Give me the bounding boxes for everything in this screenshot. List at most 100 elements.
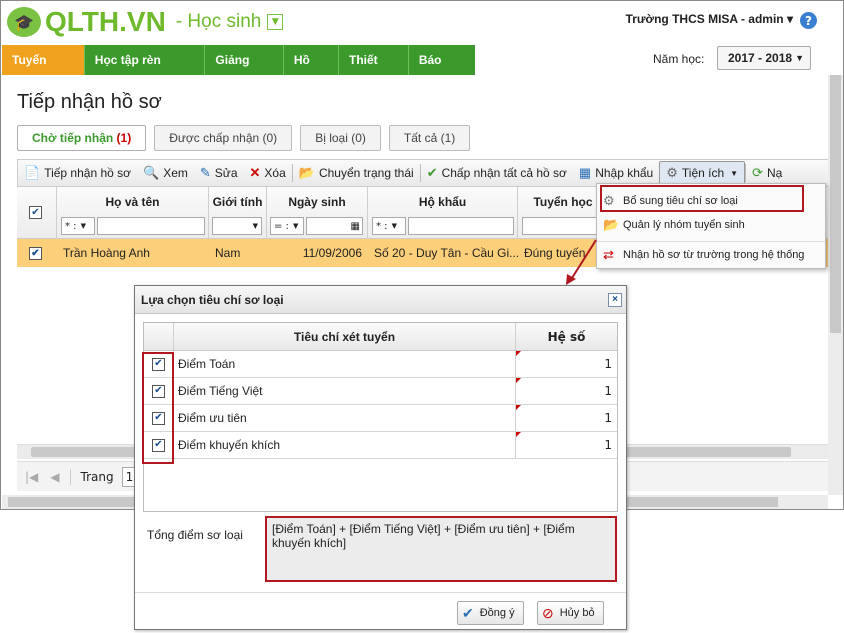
criteria-name: Điểm khuyến khích: [174, 432, 516, 458]
year-select[interactable]: 2017 - 2018 ▼: [717, 46, 811, 70]
import-label: Nhập khẩu: [595, 166, 654, 180]
change-status-button[interactable]: 📂 Chuyển trạng thái: [293, 161, 420, 185]
nav-tuyen-sinh[interactable]: Tuyển sinh: [2, 45, 85, 97]
header-birth: Ngày sinh: [288, 195, 346, 209]
tab-cho-tiep-nhan[interactable]: Chờ tiếp nhận (1): [17, 125, 147, 151]
ok-label: Đồng ý: [479, 607, 515, 619]
address-filter-op[interactable]: * : ▼: [372, 217, 406, 235]
criteria-table-header: Tiêu chí xét tuyển Hệ số: [144, 323, 617, 351]
utilities-button[interactable]: ⚙ Tiện ích ▼: [659, 161, 746, 185]
tab-label: Tất cả: [403, 131, 438, 145]
cancel-label: Hủy bỏ: [559, 607, 595, 619]
close-icon[interactable]: ×: [608, 293, 622, 307]
accept-all-button[interactable]: ✔ Chấp nhận tất cả hồ sơ: [421, 161, 573, 185]
edit-button[interactable]: ✎ Sửa: [194, 161, 244, 185]
criteria-coef[interactable]: 1: [516, 378, 617, 404]
gender-filter-select[interactable]: ▼: [212, 217, 262, 235]
delete-label: Xóa: [264, 166, 286, 180]
cancel-button[interactable]: ⊘ Hủy bỏ: [537, 601, 604, 625]
tab-bi-loai[interactable]: Bị loại (0): [300, 125, 381, 151]
top-bar: 🎓 QLTH.VN - Học sinh ▼ Trường THCS MISA …: [1, 1, 843, 43]
header-admission: Tuyển học: [533, 195, 593, 209]
nav-thiet-lap[interactable]: Thiết lập: [339, 45, 409, 97]
row-checkbox[interactable]: ✔: [29, 247, 42, 261]
prev-page-icon[interactable]: ◀: [50, 470, 59, 484]
edited-marker: [516, 351, 521, 356]
receive-button[interactable]: 📄 Tiếp nhận hồ sơ: [18, 161, 137, 185]
criteria-coef[interactable]: 1: [516, 405, 617, 431]
more-button[interactable]: ⟳ Nạ: [746, 161, 788, 185]
tab-tat-ca[interactable]: Tất cả (1): [388, 125, 471, 151]
menu-item-receive-from-school[interactable]: ⇄ Nhận hồ sơ từ trường trong hệ thống: [597, 241, 825, 267]
view-button[interactable]: 🔍 Xem: [137, 161, 194, 185]
header-name-col: Họ và tên * : ▼: [57, 187, 209, 239]
import-button[interactable]: ▦ Nhập khẩu: [573, 161, 659, 185]
header-criteria: Tiêu chí xét tuyển: [174, 323, 516, 350]
tab-duoc-chap-nhan[interactable]: Được chấp nhận (0): [154, 125, 293, 151]
tab-label: Bị loại: [315, 131, 348, 145]
cell-birth: 11/09/2006: [302, 246, 362, 260]
scrollbar-thumb[interactable]: [830, 75, 841, 333]
criteria-coef[interactable]: 1: [516, 432, 617, 458]
nav-giang-day[interactable]: Giảng dạy: [205, 45, 284, 97]
chevron-down-icon: ▼: [795, 53, 804, 63]
tab-label: Chờ tiếp nhận: [32, 131, 114, 145]
header-select-col: ✔: [17, 187, 57, 239]
calendar-icon[interactable]: ▦: [351, 221, 360, 232]
dropdown-arrow-icon: ▼: [391, 222, 397, 230]
header-birth-col: Ngày sinh = : ▼ ▦: [267, 187, 368, 239]
birth-filter-op[interactable]: = : ▼: [270, 217, 304, 235]
menu-item-manage-groups[interactable]: 📂 Quản lý nhóm tuyển sinh: [597, 212, 825, 238]
coef-value: 1: [604, 384, 612, 398]
dialog-title: Lựa chọn tiêu chí sơ loại ×: [135, 286, 626, 314]
criteria-name: Điểm Tiếng Việt: [174, 378, 516, 404]
first-page-icon[interactable]: |◀: [25, 470, 38, 484]
delete-button[interactable]: ✕ Xóa: [244, 161, 292, 185]
admission-filter-input[interactable]: [522, 217, 602, 235]
select-all-checkbox[interactable]: ✔: [29, 206, 42, 219]
header-name: Họ và tên: [105, 195, 160, 209]
table-row[interactable]: ✔ Điểm Toán 1: [144, 351, 617, 378]
pager-separator: [69, 468, 71, 485]
ok-button[interactable]: ✔ Đồng ý: [457, 601, 524, 625]
criteria-coef[interactable]: 1: [516, 351, 617, 377]
cell-gender: Nam: [215, 246, 241, 260]
utilities-label: Tiện ích: [681, 166, 725, 180]
dialog-title-text: Lựa chọn tiêu chí sơ loại: [141, 293, 284, 307]
delete-icon: ✕: [249, 165, 261, 180]
table-row[interactable]: ✔ Điểm khuyến khích 1: [144, 432, 617, 459]
header-gender: Giới tính: [212, 195, 263, 209]
dropdown-arrow-icon: ▼: [252, 222, 258, 230]
nav-bao-cao[interactable]: Báo cáo: [409, 45, 475, 97]
nav-hoc-tap[interactable]: Học tập rèn luyện: [85, 45, 206, 97]
help-icon[interactable]: ?: [800, 12, 817, 29]
header-address-col: Hộ khẩu * : ▼: [368, 187, 518, 239]
birth-filter-input[interactable]: ▦: [306, 217, 363, 235]
dialog-footer: ✔ Đồng ý ⊘ Hủy bỏ: [135, 592, 626, 630]
table-row[interactable]: ✔ Điểm Tiếng Việt 1: [144, 378, 617, 405]
row-select-cell: ✔: [17, 239, 57, 267]
page-vertical-scrollbar[interactable]: [828, 75, 843, 495]
module-dropdown-icon[interactable]: ▼: [267, 14, 284, 30]
cell-admission: Đúng tuyến: [524, 246, 586, 260]
criteria-name: Điểm ưu tiên: [174, 405, 516, 431]
total-formula-field[interactable]: [Điểm Toán] + [Điểm Tiếng Việt] + [Điểm …: [265, 516, 617, 582]
name-filter-op[interactable]: * : ▼: [61, 217, 95, 235]
checkmark-icon: ✔: [462, 604, 474, 621]
school-user-menu[interactable]: Trường THCS MISA - admin ▾: [626, 12, 793, 26]
address-filter-input[interactable]: [408, 217, 514, 235]
folder-icon: 📂: [603, 217, 620, 232]
add-file-icon: 📄: [24, 165, 41, 180]
filter-op-text: = :: [274, 220, 289, 232]
table-row[interactable]: ✔ Điểm ưu tiên 1: [144, 405, 617, 432]
cell-address: Số 20 - Duy Tân - Cầu Gi...: [374, 246, 518, 260]
nav-ho-so[interactable]: Hồ sơ: [284, 45, 340, 97]
menu-label: Quản lý nhóm tuyển sinh: [623, 219, 745, 231]
more-label: Nạ: [766, 166, 783, 180]
dropdown-arrow-icon: ▼: [730, 168, 739, 178]
module-name: - Học sinh: [175, 11, 262, 32]
page-title: Tiếp nhận hồ sơ: [17, 91, 162, 113]
criteria-table: Tiêu chí xét tuyển Hệ số ✔ Điểm Toán 1 ✔…: [143, 322, 618, 512]
name-filter-input[interactable]: [97, 217, 205, 235]
tab-count: (1): [116, 131, 132, 145]
